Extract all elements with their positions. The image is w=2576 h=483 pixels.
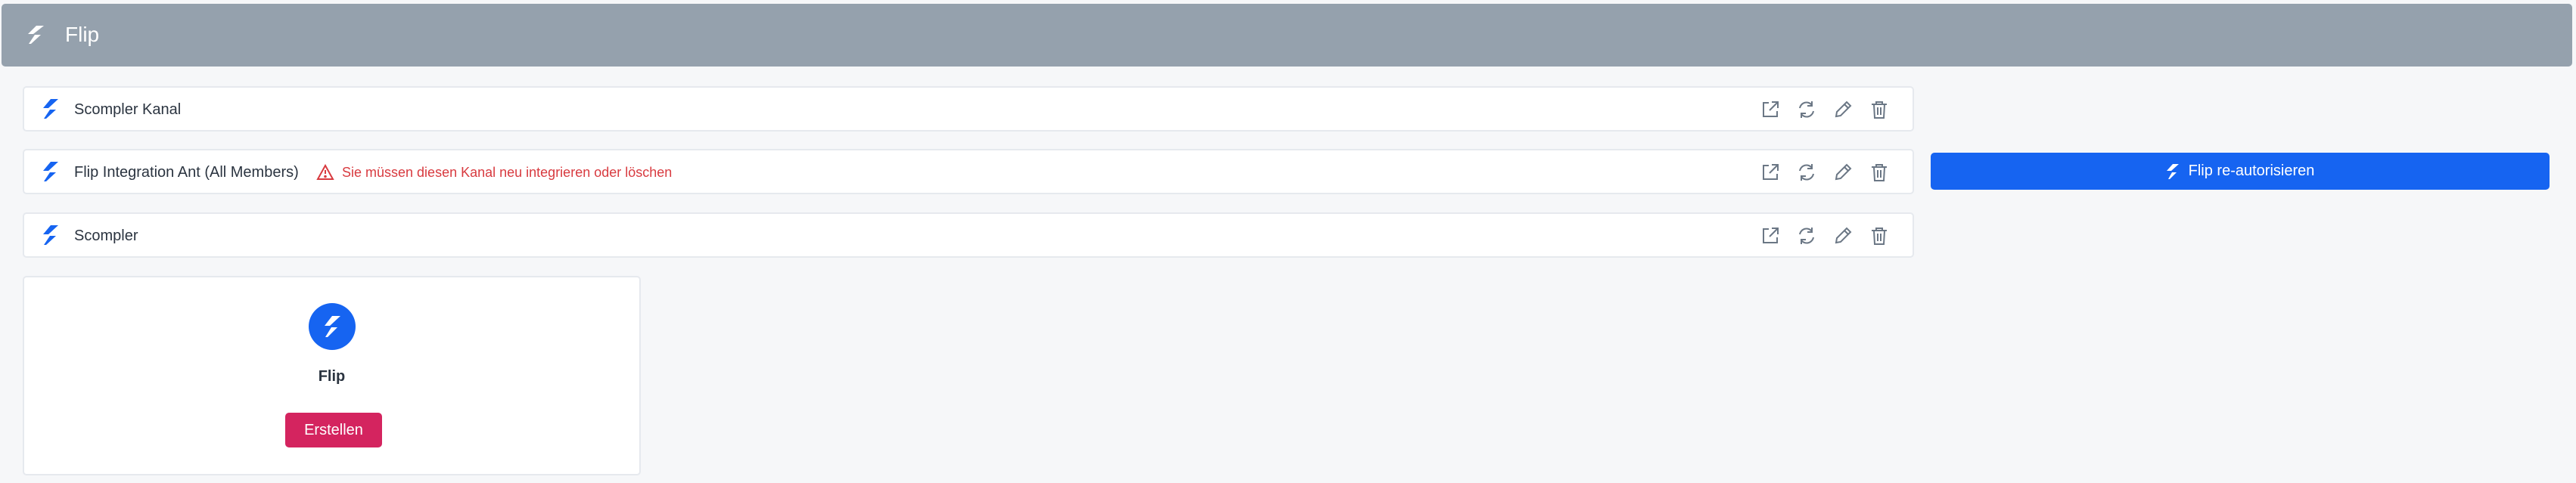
- channel-row: Scompler: [23, 212, 1914, 258]
- external-link-icon[interactable]: [1760, 225, 1781, 246]
- create-button[interactable]: Erstellen: [285, 413, 382, 447]
- refresh-icon[interactable]: [1796, 99, 1817, 120]
- channel-name: Scompler: [74, 228, 138, 244]
- reintegration-warning: Sie müssen diesen Kanal neu integrieren …: [316, 163, 672, 182]
- flip-logo-icon: [43, 99, 58, 119]
- refresh-icon[interactable]: [1796, 225, 1817, 246]
- refresh-icon[interactable]: [1796, 162, 1817, 183]
- flip-logo-icon: [28, 26, 44, 44]
- channel-name: Flip Integration Ant (All Members): [74, 164, 299, 181]
- channel-actions: [1760, 225, 1890, 246]
- flip-logo-badge: [309, 303, 356, 350]
- warning-text: Sie müssen diesen Kanal neu integrieren …: [342, 165, 673, 180]
- channel-row: Flip Integration Ant (All Members) Sie m…: [23, 149, 1914, 194]
- create-channel-card: Flip Erstellen: [23, 276, 641, 475]
- channel-actions: [1760, 162, 1890, 183]
- channel-name: Scompler Kanal: [74, 101, 182, 118]
- warning-triangle-icon: [316, 164, 334, 180]
- pencil-icon[interactable]: [1832, 162, 1854, 183]
- flip-logo-icon: [43, 162, 58, 181]
- page-title: Flip: [65, 23, 100, 46]
- pencil-icon[interactable]: [1832, 99, 1854, 120]
- pencil-icon[interactable]: [1832, 225, 1854, 246]
- card-title: Flip: [318, 368, 346, 385]
- flip-logo-icon: [2166, 163, 2179, 179]
- page-header: Flip: [2, 4, 2572, 67]
- reauthorize-button[interactable]: Flip re-autorisieren: [1931, 153, 2550, 190]
- trash-icon[interactable]: [1869, 225, 1890, 246]
- reauthorize-label: Flip re-autorisieren: [2188, 163, 2315, 179]
- channel-actions: [1760, 99, 1890, 120]
- trash-icon[interactable]: [1869, 99, 1890, 120]
- external-link-icon[interactable]: [1760, 162, 1781, 183]
- flip-logo-icon: [325, 316, 340, 337]
- channel-row: Scompler Kanal: [23, 86, 1914, 132]
- flip-logo-icon: [43, 225, 58, 245]
- external-link-icon[interactable]: [1760, 99, 1781, 120]
- trash-icon[interactable]: [1869, 162, 1890, 183]
